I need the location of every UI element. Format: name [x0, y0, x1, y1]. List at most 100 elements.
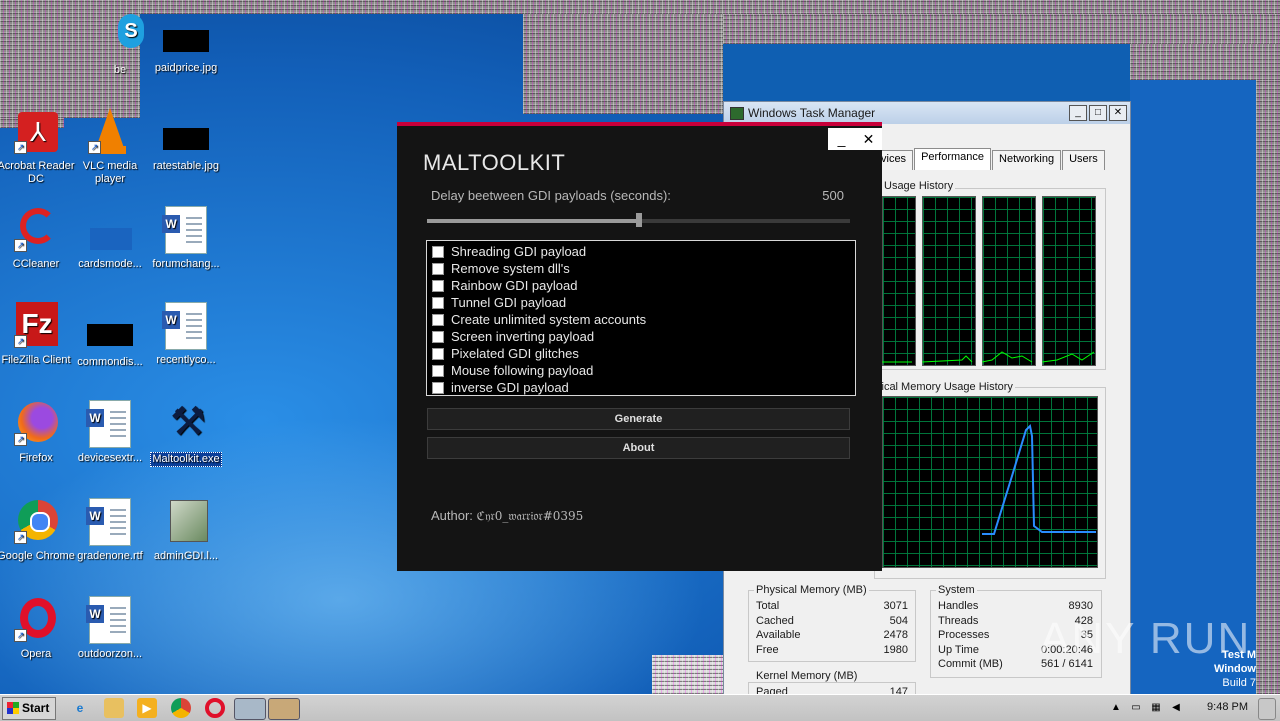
payload-item[interactable]: Shreading GDI payload	[427, 243, 855, 260]
payload-label: Remove system dll's	[451, 261, 570, 276]
checkbox[interactable]	[432, 313, 444, 326]
show-desktop-button[interactable]	[1258, 698, 1276, 720]
explorer-folder-icon[interactable]	[104, 698, 124, 718]
payload-item[interactable]: Create unlimited system accounts	[427, 311, 855, 328]
tab-performance[interactable]: Performance	[914, 148, 992, 170]
image-file-icon	[87, 324, 133, 346]
ccleaner-icon: ↗	[12, 206, 60, 254]
media-player-icon[interactable]: ▶	[137, 698, 157, 718]
tray-network-icon[interactable]: ▦	[1146, 698, 1166, 718]
checkbox[interactable]	[432, 347, 444, 360]
desktop-icon-label: Google Chrome	[0, 550, 75, 562]
desktop-icon-recentlyco[interactable]: W recentlyco...	[146, 302, 226, 367]
desktop-icon-label: paidprice.jpg	[154, 62, 218, 74]
physical-memory-header: Physical Memory (MB)	[754, 584, 869, 596]
about-button[interactable]: About	[427, 437, 850, 459]
start-label: Start	[22, 701, 50, 715]
desktop-icon-label: devicesextr...	[77, 452, 143, 464]
checkbox[interactable]	[432, 245, 444, 258]
payload-item[interactable]: Mouse following payload	[427, 362, 855, 379]
app-title: MALTOOLKIT	[423, 150, 566, 175]
opera-taskbar-icon[interactable]	[205, 698, 225, 718]
payload-label: Tunnel GDI payload	[451, 295, 567, 310]
desktop-icon-ccleaner[interactable]: ↗ CCleaner	[0, 206, 76, 271]
test-mode-line: Build 7	[1222, 677, 1256, 689]
system-header: System	[936, 584, 977, 596]
stat-value: 8930	[1068, 600, 1093, 612]
checkbox[interactable]	[432, 262, 444, 275]
desktop-icon-firefox[interactable]: ↗ Firefox	[0, 400, 76, 465]
chrome-taskbar-icon[interactable]	[171, 698, 191, 718]
generate-button[interactable]: Generate	[427, 408, 850, 430]
maximize-button[interactable]: □	[1089, 105, 1107, 121]
tab-networking[interactable]: Networking	[992, 150, 1062, 170]
checkbox[interactable]	[432, 381, 444, 394]
task-manager-taskbar-icon[interactable]	[234, 698, 266, 720]
stat-value: 147	[889, 686, 908, 694]
filezilla-icon: Fz ↗	[12, 302, 60, 350]
desktop-icon-opera[interactable]: ↗ Opera	[0, 596, 76, 661]
desktop-icon-maltoolkit[interactable]: ⚒ Maltoolkit.exe	[146, 400, 226, 467]
desktop-icon-cardsmode[interactable]: cardsmode...	[70, 206, 150, 271]
image-file-icon	[163, 30, 209, 52]
test-mode-line: Window	[1213, 663, 1256, 675]
task-manager-titlebar[interactable]: Windows Task Manager _ □ ✕	[724, 102, 1130, 124]
desktop-icon-label: Acrobat Reader DC	[0, 160, 75, 185]
maltoolkit-taskbar-icon[interactable]	[268, 698, 300, 720]
checkbox[interactable]	[432, 279, 444, 292]
payload-label: Screen inverting payload	[451, 329, 595, 344]
vlc-icon: ↗	[86, 108, 134, 156]
tray-monitor-icon[interactable]: ▭	[1126, 698, 1146, 718]
payload-item[interactable]: Tunnel GDI payload	[427, 294, 855, 311]
start-button[interactable]: Start	[2, 697, 56, 720]
desktop-icon-chrome[interactable]: ↗ Google Chrome	[0, 498, 76, 563]
tray-expand-icon[interactable]: ▲	[1106, 698, 1126, 718]
payload-item[interactable]: inverse GDI payload	[427, 379, 855, 396]
payload-item[interactable]: Remove system dll's	[427, 260, 855, 277]
clock[interactable]: 9:48 PM	[1207, 701, 1248, 713]
slider-thumb[interactable]	[635, 213, 642, 227]
glitch-noise-top-right	[723, 14, 1280, 44]
desktop-icon-ratestable[interactable]: ratestable.jpg	[146, 114, 226, 173]
stat-value: 2478	[883, 629, 908, 641]
desktop-icon-forumchang[interactable]: W forumchang...	[146, 206, 226, 271]
tray-volume-icon[interactable]: ◀	[1166, 698, 1186, 718]
maltoolkit-window[interactable]: _ ✕ MALTOOLKIT Delay beetween GDI payloa…	[397, 122, 882, 571]
word-doc-icon: W	[86, 400, 134, 448]
internet-explorer-icon[interactable]: e	[70, 698, 90, 718]
checkbox[interactable]	[432, 330, 444, 343]
delay-slider[interactable]	[427, 213, 850, 227]
desktop-icon-devicesextr[interactable]: W devicesextr...	[70, 400, 150, 465]
kernel-memory-header: Kernel Memory (MB)	[754, 670, 860, 682]
tab-users[interactable]: Users	[1062, 150, 1105, 170]
desktop-icon-label: commondis...	[77, 356, 143, 368]
blank-file-icon	[86, 206, 134, 254]
delay-label: Delay beetween GDI payloads (seconds):	[431, 188, 671, 203]
payload-item[interactable]: Screen inverting payload	[427, 328, 855, 345]
payload-label: Pixelated GDI glitches	[451, 346, 579, 361]
payload-item[interactable]: Rainbow GDI payload	[427, 277, 855, 294]
checkbox[interactable]	[432, 296, 444, 309]
stat-label: Up Time	[938, 643, 979, 656]
minimize-button[interactable]: _	[828, 128, 855, 150]
close-button[interactable]: ✕	[1109, 105, 1127, 121]
stat-label: Free	[756, 643, 779, 656]
word-doc-icon: W	[162, 206, 210, 254]
desktop-icon-label: CCleaner	[12, 258, 60, 270]
desktop-icon-filezilla[interactable]: Fz ↗ FileZilla Client	[0, 302, 76, 367]
desktop-icon-paidprice[interactable]: paidprice.jpg	[146, 16, 226, 75]
minimize-button[interactable]: _	[1069, 105, 1087, 121]
payload-list[interactable]: Shreading GDI payload Remove system dll'…	[426, 240, 856, 396]
desktop-icon-commondis[interactable]: commondis...	[70, 310, 150, 369]
desktop-icon-acrobat[interactable]: ⅄ ↗ Acrobat Reader DC	[0, 108, 76, 186]
stat-label: Commit (MB)	[938, 658, 1003, 670]
desktop-icon-admingdi[interactable]: adminGDI.l...	[146, 498, 226, 563]
glitch-noise-bottom-mid	[652, 655, 724, 694]
desktop-icon-gradenone[interactable]: W gradenone.rtf	[70, 498, 150, 563]
close-button[interactable]: ✕	[855, 128, 882, 150]
desktop-icon-outdoorzon[interactable]: W outdoorzon...	[70, 596, 150, 661]
desktop-icon-vlc[interactable]: ↗ VLC media player	[70, 108, 150, 186]
checkbox[interactable]	[432, 364, 444, 377]
desktop-icon-label: Firefox	[19, 452, 53, 464]
payload-item[interactable]: Pixelated GDI glitches	[427, 345, 855, 362]
